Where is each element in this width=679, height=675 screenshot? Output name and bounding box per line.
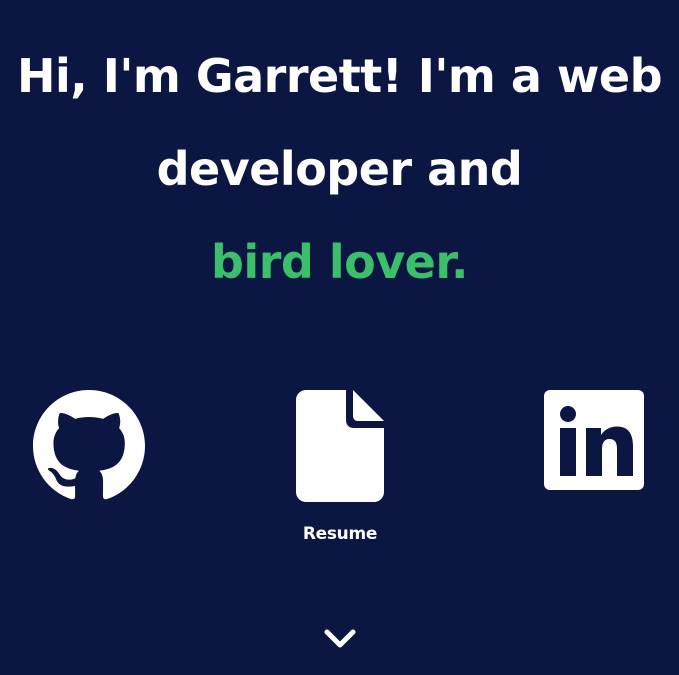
headline-accent: bird lover. — [211, 235, 468, 289]
document-icon — [290, 390, 390, 502]
headline-line-1: Hi, I'm Garrett! I'm a web — [16, 49, 663, 103]
chevron-down-icon — [320, 629, 360, 662]
linkedin-icon — [542, 390, 646, 490]
headline-line-2: developer and — [156, 142, 523, 196]
hero-headline: Hi, I'm Garrett! I'm a web developer and… — [0, 30, 679, 309]
hero-section: Hi, I'm Garrett! I'm a web developer and… — [0, 0, 679, 309]
github-icon — [33, 390, 145, 502]
scroll-down-button[interactable] — [320, 622, 360, 658]
linkedin-link[interactable] — [542, 390, 646, 490]
github-link[interactable] — [33, 390, 145, 502]
resume-link[interactable]: Resume — [290, 390, 390, 544]
social-links: Resume — [0, 390, 679, 560]
resume-label: Resume — [302, 524, 378, 544]
